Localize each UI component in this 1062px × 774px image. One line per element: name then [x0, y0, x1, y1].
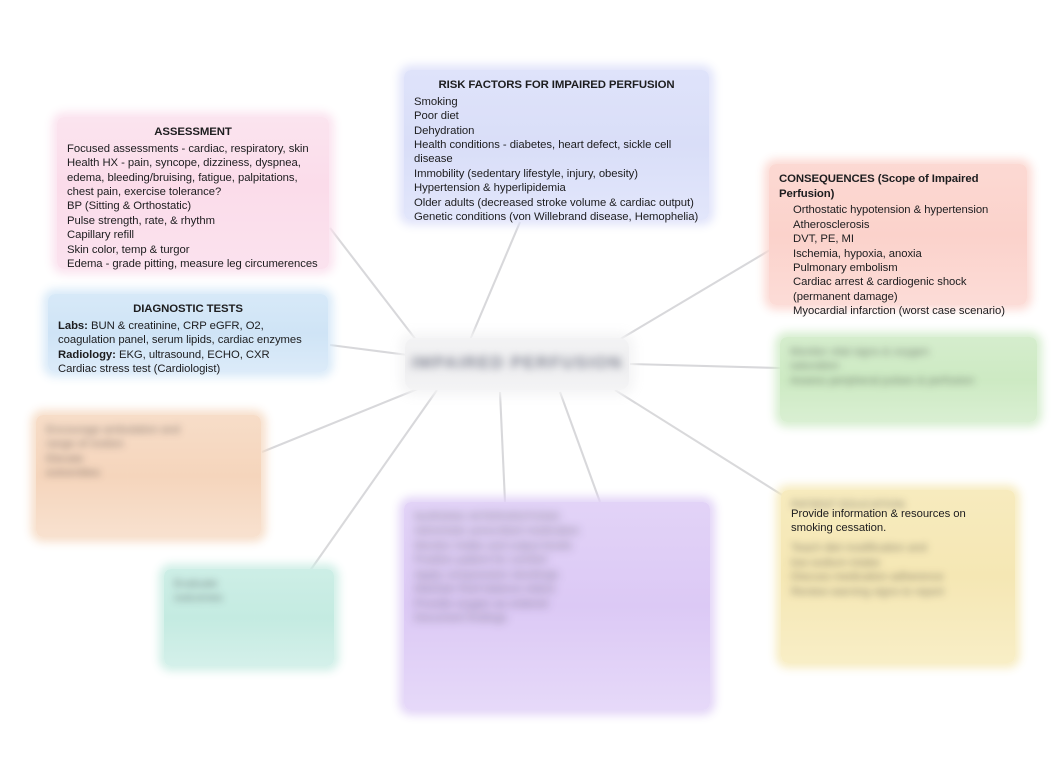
edge-center-risk — [469, 221, 521, 341]
edge-center-yellow — [614, 389, 791, 501]
edge-center-purple — [498, 391, 507, 503]
node-purple-list: NURSING INTERVENTIONS Administer prescri… — [414, 510, 700, 626]
list-item: Health conditions - diabetes, heart defe… — [414, 138, 672, 166]
list-item: Edema - grade pitting, measure leg circu… — [67, 258, 318, 271]
list-item: Position patient for comfort — [414, 554, 547, 567]
node-assessment-list: Focused assessments - cardiac, respirato… — [67, 142, 319, 272]
list-item: Maintain fluid balance status — [414, 583, 556, 596]
list-item: Orthostatic hypotension & hypertension — [793, 204, 989, 217]
list-item: Pulse strength, rate, & rhythm — [67, 214, 215, 227]
list-item: Review warning signs to report — [791, 585, 944, 598]
node-consequences[interactable]: CONSEQUENCES (Scope of Impaired Perfusio… — [769, 164, 1027, 317]
labs-text: BUN & creatinine, CRP eGFR, O2, coagulat… — [58, 319, 302, 347]
node-orange-list: Encourage ambulation and range of motion… — [46, 423, 251, 481]
list-item: Capillary refill — [67, 229, 134, 242]
node-orange-interventions[interactable]: Encourage ambulation and range of motion… — [36, 415, 261, 537]
list-item: Assess peripheral pulses & perfusion — [790, 374, 975, 387]
node-purple-interventions[interactable]: NURSING INTERVENTIONS Administer prescri… — [404, 502, 710, 710]
list-item: Cardiac arrest & cardiogenic shock (perm… — [793, 276, 967, 303]
edge-center-assessment — [329, 227, 421, 346]
list-item: Skin color, temp & turgor — [67, 243, 190, 256]
yellow-visible-text: Provide information & resources on smoki… — [791, 508, 966, 535]
list-item: Atherosclerosis — [793, 218, 870, 231]
diagnostic-extra-line: Cardiac stress test (Cardiologist) — [58, 362, 221, 375]
node-diagnostic-tests[interactable]: DIAGNOSTIC TESTS Labs: BUN & creatinine,… — [48, 294, 328, 375]
list-item: saturation — [790, 360, 840, 373]
node-assessment-title: ASSESSMENT — [154, 126, 232, 138]
list-item: Focused assessments - cardiac, respirato… — [67, 142, 309, 155]
radiology-text: EKG, ultrasound, ECHO, CXR — [115, 348, 270, 361]
edge-center-orange — [261, 387, 421, 453]
list-item: Provide oxygen as ordered — [414, 597, 548, 610]
node-assessment[interactable]: ASSESSMENT Focused assessments - cardiac… — [57, 117, 329, 272]
center-topic-label: IMPAIRED PERFUSION — [411, 353, 623, 373]
list-item: Immobility (sedentary lifestyle, injury,… — [414, 167, 638, 180]
node-teal-evaluation[interactable]: Evaluate outcomes — [164, 569, 334, 666]
list-item: Document findings — [414, 612, 507, 625]
list-item: DVT, PE, MI — [793, 233, 854, 246]
node-risk-factors-list: Smoking Poor diet Dehydration Health con… — [414, 95, 699, 225]
list-item: low sodium intake — [791, 556, 880, 569]
list-item: Poor diet — [414, 110, 459, 123]
list-item: Evaluate — [174, 578, 218, 590]
list-item: extremities — [46, 467, 101, 480]
list-item: NURSING INTERVENTIONS — [414, 511, 560, 523]
diagnostic-radiology-line: Radiology: EKG, ultrasound, ECHO, CXR — [58, 348, 318, 362]
list-item: Smoking — [414, 95, 458, 108]
list-item: Encourage ambulation and — [46, 424, 180, 436]
node-teal-list: Evaluate outcomes — [174, 577, 324, 606]
edge-center-diagnostic — [329, 343, 409, 357]
node-diagnostic-tests-title: DIAGNOSTIC TESTS — [133, 303, 243, 315]
list-item: Elevate — [46, 452, 84, 465]
node-green-list: Monitor vital signs & oxygen saturation … — [790, 345, 1027, 388]
list-item: range of motion — [46, 438, 124, 451]
list-item: Monitor vital signs & oxygen — [790, 346, 930, 358]
labs-label: Labs: — [58, 319, 88, 332]
list-item: Health HX - pain, syncope, dizziness, dy… — [67, 157, 301, 198]
edge-center-green — [629, 362, 781, 370]
list-item: Discuss medication adherence — [791, 571, 944, 584]
list-item: Genetic conditions (von Willebrand disea… — [414, 211, 699, 224]
node-risk-factors[interactable]: RISK FACTORS FOR IMPAIRED PERFUSION Smok… — [404, 70, 709, 223]
list-item: Apply compression stockings — [414, 568, 559, 581]
list-item: Older adults (decreased stroke volume & … — [414, 196, 694, 209]
edge-center-consequences — [611, 249, 771, 345]
diagnostic-labs-line: Labs: BUN & creatinine, CRP eGFR, O2, co… — [58, 319, 318, 348]
list-item: Hypertension & hyperlipidemia — [414, 182, 566, 195]
node-yellow-education[interactable]: PATIENT EDUCATION Teach diet modificatio… — [781, 490, 1015, 663]
edge-center-purple-2 — [559, 391, 601, 503]
node-center-topic[interactable]: IMPAIRED PERFUSION — [405, 338, 629, 390]
node-consequences-title: CONSEQUENCES (Scope of Impaired Perfusio… — [779, 173, 979, 200]
node-consequences-list: Orthostatic hypotension & hypertension A… — [779, 203, 1017, 319]
list-item: Dehydration — [414, 124, 475, 137]
list-item: Monitor intake and output levels — [414, 539, 572, 552]
list-item: Myocardial infarction (worst case scenar… — [793, 305, 1005, 318]
list-item: Pulmonary embolism — [793, 262, 898, 274]
node-green-interventions[interactable]: Monitor vital signs & oxygen saturation … — [780, 337, 1037, 422]
list-item: Ischemia, hypoxia, anoxia — [793, 247, 922, 260]
concept-map-canvas: ASSESSMENT Focused assessments - cardiac… — [0, 0, 1062, 774]
list-item: outcomes — [174, 592, 223, 605]
list-item: Administer prescribed medication — [414, 525, 580, 538]
list-item: Teach diet modification and — [791, 542, 927, 555]
radiology-label: Radiology: — [58, 348, 116, 361]
node-risk-factors-title: RISK FACTORS FOR IMPAIRED PERFUSION — [438, 79, 675, 91]
list-item: BP (Sitting & Orthostatic) — [67, 200, 192, 213]
